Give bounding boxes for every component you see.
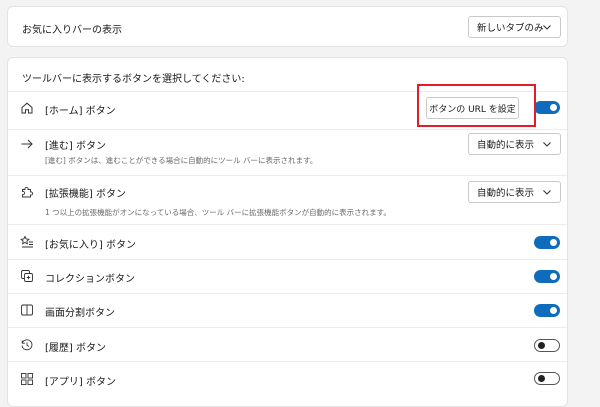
apps-button-label: [アプリ] ボタン bbox=[45, 377, 116, 388]
star-list-icon bbox=[20, 235, 34, 249]
chevron-down-icon bbox=[542, 187, 552, 197]
chevron-down-icon bbox=[542, 22, 552, 32]
home-icon bbox=[20, 101, 34, 115]
home-button-label: [ホーム] ボタン bbox=[45, 106, 116, 117]
split-screen-icon bbox=[20, 303, 34, 317]
extensions-button-select-value: 自動的に表示 bbox=[477, 188, 535, 199]
toolbar-buttons-card: ツールバーに表示するボタンを選択してください: [ホーム] ボタン ボタンの U… bbox=[7, 57, 568, 407]
split-screen-button-label: 画面分割ボタン bbox=[45, 308, 115, 319]
favorites-bar-select-value: 新しいタブのみ bbox=[477, 23, 544, 34]
collections-icon bbox=[20, 269, 34, 283]
forward-button-select-value: 自動的に表示 bbox=[477, 140, 535, 151]
forward-button-label: [進む] ボタン bbox=[45, 141, 106, 152]
favorites-bar-card: お気に入りバーの表示 新しいタブのみ bbox=[7, 6, 568, 47]
puzzle-icon bbox=[20, 185, 34, 199]
forward-button-select[interactable]: 自動的に表示 bbox=[468, 133, 561, 155]
extensions-button-description: 1 つ以上の拡張機能がオンになっている場合、ツール バーに拡張機能ボタンが自動的… bbox=[45, 208, 391, 217]
apps-icon bbox=[20, 372, 34, 386]
extensions-button-label: [拡張機能] ボタン bbox=[45, 189, 126, 200]
toolbar-section-heading: ツールバーに表示するボタンを選択してください: bbox=[22, 74, 245, 85]
set-button-url-button[interactable]: ボタンの URL を設定 bbox=[426, 97, 519, 119]
home-button-toggle[interactable] bbox=[534, 101, 560, 114]
extensions-button-select[interactable]: 自動的に表示 bbox=[468, 181, 561, 203]
chevron-down-icon bbox=[542, 139, 552, 149]
favorites-bar-select[interactable]: 新しいタブのみ bbox=[468, 16, 561, 38]
forward-button-description: [進む] ボタンは、進むことができる場合に自動的にツール バーに表示されます。 bbox=[45, 156, 318, 165]
favorites-button-label: [お気に入り] ボタン bbox=[45, 240, 136, 251]
collections-button-label: コレクションボタン bbox=[45, 274, 135, 285]
collections-button-toggle[interactable] bbox=[534, 270, 560, 283]
favorites-button-toggle[interactable] bbox=[534, 236, 560, 249]
apps-button-toggle[interactable] bbox=[534, 372, 560, 385]
history-button-label: [履歴] ボタン bbox=[45, 343, 106, 354]
arrow-right-icon bbox=[20, 137, 34, 151]
split-screen-button-toggle[interactable] bbox=[534, 304, 560, 317]
history-button-toggle[interactable] bbox=[534, 339, 560, 352]
history-icon bbox=[20, 338, 34, 352]
favorites-bar-label: お気に入りバーの表示 bbox=[22, 25, 122, 36]
